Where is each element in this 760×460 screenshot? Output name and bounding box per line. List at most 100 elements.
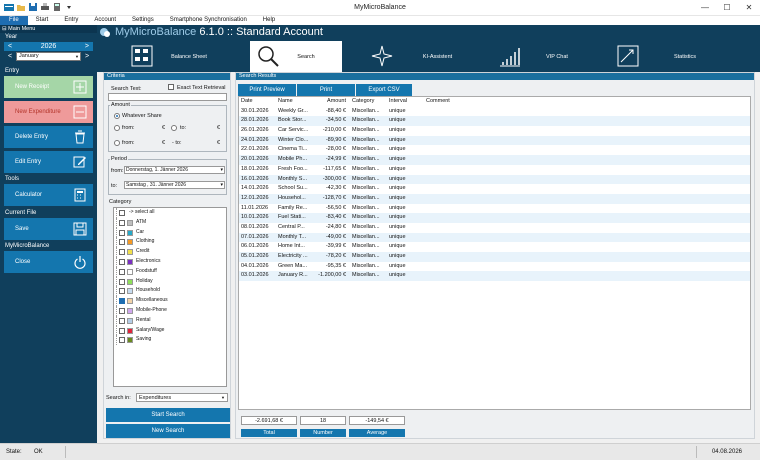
whatever-share-radio[interactable] — [114, 113, 120, 119]
category-item[interactable]: Mobile-Phone — [114, 305, 226, 316]
plus-icon — [73, 80, 87, 94]
period-from-datepicker[interactable]: Donnerstag, 1. Jänner 2026 ▾ — [124, 166, 225, 174]
menu-smartphone-sync[interactable]: Smartphone Synchronisation — [162, 16, 255, 25]
category-item[interactable]: Miscellaneous — [114, 296, 226, 306]
category-item[interactable]: Clothing — [114, 237, 226, 248]
new-search-button[interactable]: New Search — [106, 424, 230, 438]
category-color-swatch — [127, 288, 133, 295]
table-row[interactable]: 16.01.2026 Monthly S... -300,00 € Miscellan… — [239, 174, 750, 185]
table-row[interactable]: 04.01.2026 Green Ma... -95,35 € Miscellan..… — [239, 262, 750, 272]
checkbox[interactable] — [119, 229, 125, 236]
table-row[interactable]: 08.01.2026 Central P... -24,80 € Miscellan.… — [239, 223, 750, 233]
save-button[interactable]: Save — [4, 218, 93, 240]
tab-vip-chat[interactable]: VIP Chat — [492, 41, 604, 72]
category-item[interactable]: Household — [114, 286, 226, 297]
category-item[interactable]: Credit — [114, 247, 226, 257]
export-csv-button[interactable]: Export CSV — [356, 84, 412, 96]
checkbox[interactable] — [119, 337, 125, 344]
amount-range-radio[interactable] — [114, 140, 120, 146]
next-month-button[interactable]: > — [81, 53, 93, 60]
close-window-icon[interactable]: ✕ — [738, 0, 760, 16]
prev-month-button[interactable]: < — [4, 53, 16, 60]
next-year-button[interactable]: > — [85, 43, 89, 50]
table-row[interactable]: 14.01.2026 School Su... -42,30 € Miscellan.… — [239, 184, 750, 194]
category-item[interactable]: Car — [114, 227, 226, 238]
search-text-input[interactable] — [108, 93, 227, 101]
category-item[interactable]: Holiday — [114, 276, 226, 287]
cell-date: 22.01.2026 — [241, 146, 269, 153]
menu-file[interactable]: File — [0, 16, 28, 25]
category-label: Miscellaneous — [136, 297, 168, 304]
checkbox[interactable] — [119, 288, 125, 295]
column-header-category[interactable]: Category — [352, 97, 388, 107]
print-preview-button[interactable]: Print Preview — [238, 84, 296, 96]
checkbox[interactable] — [119, 210, 125, 216]
minimize-icon[interactable]: — — [694, 0, 716, 16]
tab-search[interactable]: Search — [250, 41, 342, 72]
menu-account[interactable]: Account — [86, 16, 124, 25]
new-expenditure-button[interactable]: New Expenditure — [4, 101, 93, 123]
checkbox[interactable] — [119, 268, 125, 275]
menu-help[interactable]: Help — [255, 16, 283, 25]
menu-start[interactable]: Start — [28, 16, 57, 25]
checkbox[interactable] — [119, 219, 125, 226]
column-header-comment[interactable]: Comment — [426, 97, 466, 107]
category-item[interactable]: Electronics — [114, 256, 226, 267]
table-row[interactable]: 28.01.2026 Book Stor... -34,50 € Miscellan.… — [239, 116, 750, 127]
category-item-select-all[interactable]: -> select all — [114, 208, 226, 218]
search-in-select[interactable]: Expenditures ▼ — [136, 393, 228, 402]
table-row[interactable]: 05.01.2026 Electricity ... -78,20 € Miscell… — [239, 252, 750, 262]
column-header-date[interactable]: Date — [241, 97, 277, 107]
exact-text-checkbox[interactable] — [168, 84, 174, 90]
delete-entry-button[interactable]: Delete Entry — [4, 126, 93, 148]
checkbox[interactable] — [119, 298, 125, 305]
year-label: Year — [5, 34, 18, 40]
results-grid[interactable]: Date Name Amount Category Interval Comme… — [238, 96, 751, 410]
tab-ki-assistent[interactable]: KI-Assistent — [360, 41, 485, 72]
period-to-datepicker[interactable]: Samstag , 31. Jänner 2026 ▾ — [124, 181, 225, 189]
table-row[interactable]: 24.01.2026 Winter Clo... -89,90 € Miscellan… — [239, 135, 750, 146]
table-row[interactable]: 22.01.2026 Cinema Ti... -28,00 € Miscellan.… — [239, 145, 750, 155]
prev-year-button[interactable]: < — [8, 43, 12, 50]
column-header-amount[interactable]: Amount — [316, 97, 346, 107]
maximize-icon[interactable]: ☐ — [716, 0, 738, 16]
table-row[interactable]: 12.01.2026 Househol... -128,70 € Miscellan.… — [239, 193, 750, 204]
amount-to-radio[interactable] — [171, 125, 177, 131]
category-item[interactable]: Rental — [114, 315, 226, 326]
print-button[interactable]: Print — [297, 84, 355, 96]
checkbox[interactable] — [119, 327, 125, 334]
column-header-name[interactable]: Name — [278, 97, 318, 107]
table-row[interactable]: 20.01.2026 Mobile Ph... -24,99 € Miscellan.… — [239, 155, 750, 165]
menu-entry[interactable]: Entry — [56, 16, 86, 25]
table-row[interactable]: 03.01.2026 January R... -1.200,00 € Miscell… — [239, 271, 750, 282]
new-receipt-button[interactable]: New Receipt — [4, 76, 93, 98]
table-row[interactable]: 18.01.2026 Fresh Foo... -117,65 € Miscellan… — [239, 165, 750, 175]
checkbox[interactable] — [119, 317, 125, 324]
column-header-interval[interactable]: Interval — [389, 97, 425, 107]
start-search-button[interactable]: Start Search — [106, 408, 230, 422]
edit-entry-button[interactable]: Edit Entry — [4, 151, 93, 173]
amount-from-radio[interactable] — [114, 125, 120, 131]
menu-settings[interactable]: Settings — [124, 16, 162, 25]
category-item[interactable]: Salary/Wage — [114, 325, 226, 336]
checkbox[interactable] — [119, 278, 125, 285]
table-row[interactable]: 26.01.2026 Car Servic... -210,00 € Miscella… — [239, 126, 750, 136]
checkbox[interactable] — [119, 258, 125, 265]
table-row[interactable]: 06.01.2026 Home Int... -39,99 € Miscellan..… — [239, 242, 750, 252]
category-item[interactable]: ATM — [114, 217, 226, 228]
category-item[interactable]: Foodstuff — [114, 266, 226, 277]
tab-balance-sheet[interactable]: Balance Sheet — [124, 41, 254, 72]
checkbox[interactable] — [119, 249, 125, 256]
table-row[interactable]: 11.01.2026 Family Re... -56,50 € Miscellan.… — [239, 204, 750, 214]
growth-icon — [500, 48, 520, 67]
month-dropdown[interactable]: January ▼ — [16, 52, 81, 61]
tab-statistics[interactable]: Statistics — [610, 41, 730, 72]
table-row[interactable]: 07.01.2026 Monthly T... -49,00 € Miscellan.… — [239, 232, 750, 243]
checkbox[interactable] — [119, 239, 125, 246]
calculator-button[interactable]: Calculator — [4, 184, 93, 206]
close-button[interactable]: Close — [4, 251, 93, 273]
category-item[interactable]: Saving — [114, 335, 226, 346]
table-row[interactable]: 10.01.2026 Fuel Stati... -83,40 € Miscellan… — [239, 213, 750, 223]
table-row[interactable]: 30.01.2026 Weekly Gr... -88,40 € Miscellan.… — [239, 107, 750, 117]
checkbox[interactable] — [119, 307, 125, 314]
